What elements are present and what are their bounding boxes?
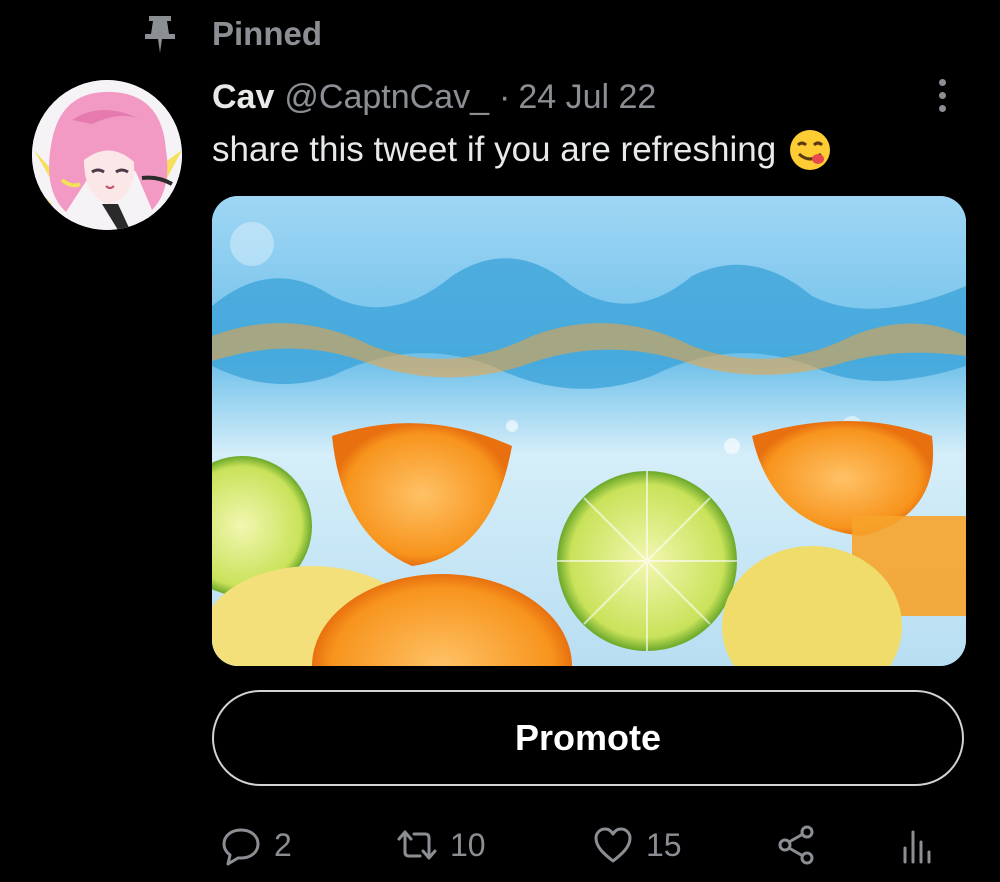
tweet-text-line: share this tweet if you are refreshing bbox=[212, 128, 832, 172]
retweet-count: 10 bbox=[450, 826, 486, 863]
retweet-button[interactable]: 10 bbox=[396, 818, 486, 872]
heart-icon bbox=[594, 827, 632, 863]
more-dot bbox=[938, 91, 946, 99]
analytics-icon bbox=[903, 830, 931, 864]
retweet-icon bbox=[397, 830, 437, 860]
tweet-text: share this tweet if you are refreshing bbox=[212, 130, 777, 169]
tweet-actions: 2 10 15 bbox=[212, 818, 972, 872]
pin-icon bbox=[140, 12, 180, 56]
reply-icon bbox=[222, 828, 260, 866]
face-savoring-food-emoji bbox=[788, 128, 832, 172]
tweet-header: Cav @CaptnCav_ · 24 Jul 22 bbox=[212, 74, 656, 120]
separator-dot: · bbox=[499, 77, 511, 116]
pinned-indicator: Pinned bbox=[140, 12, 322, 56]
like-button[interactable]: 15 bbox=[592, 818, 682, 872]
more-dot bbox=[938, 78, 946, 86]
reply-button[interactable]: 2 bbox=[220, 818, 292, 872]
tweet-media-photo[interactable] bbox=[212, 196, 966, 666]
author-name[interactable]: Cav bbox=[212, 78, 274, 117]
analytics-button[interactable] bbox=[896, 818, 938, 872]
like-count: 15 bbox=[646, 826, 682, 863]
share-icon bbox=[778, 825, 814, 865]
promote-button[interactable]: Promote bbox=[212, 690, 964, 786]
author-handle[interactable]: @CaptnCav_ bbox=[284, 78, 489, 117]
more-dot bbox=[938, 104, 946, 112]
share-button[interactable] bbox=[776, 818, 818, 872]
reply-count: 2 bbox=[274, 826, 292, 863]
pinned-label: Pinned bbox=[212, 15, 323, 52]
avatar[interactable] bbox=[32, 80, 182, 230]
post-date[interactable]: 24 Jul 22 bbox=[518, 78, 656, 117]
more-options-button[interactable] bbox=[924, 72, 960, 118]
